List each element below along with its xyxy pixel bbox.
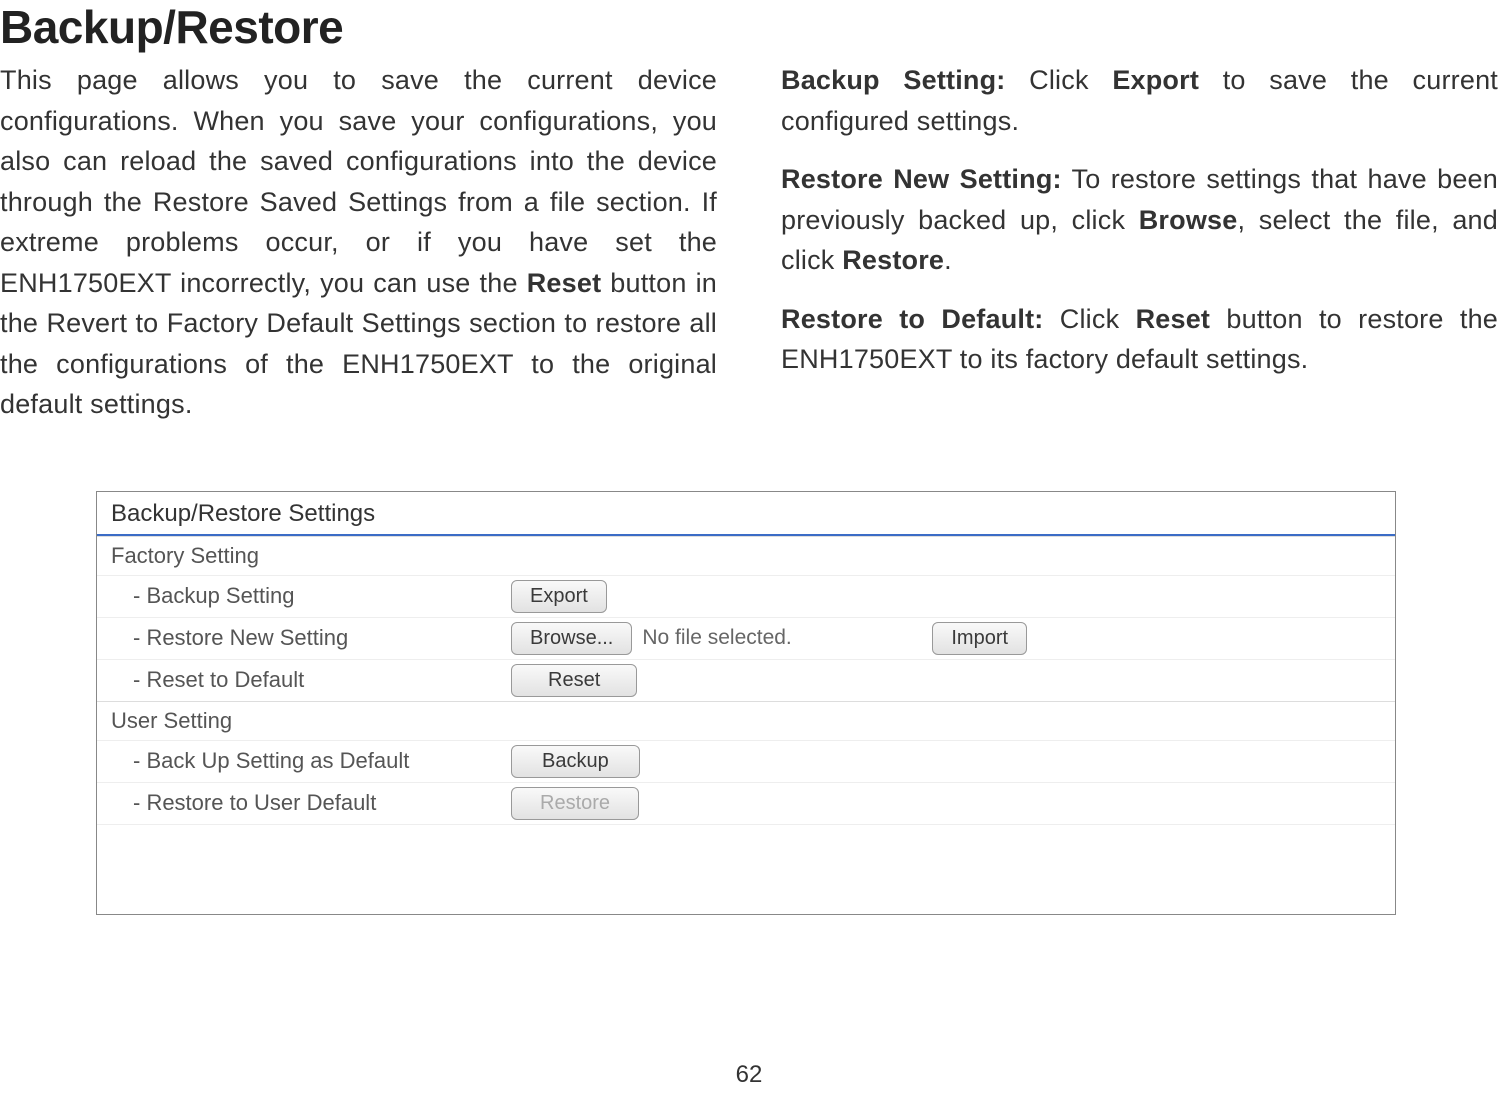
reset-word-2: Reset [1136,304,1211,334]
right-column: Backup Setting: Click Export to save the… [781,60,1498,443]
export-button[interactable]: Export [511,580,607,613]
left-para-pre: This page allows you to save the current… [0,65,717,298]
restore-default-para: Restore to Default: Click Reset button t… [781,299,1498,380]
row-restore-new: - Restore New Setting Browse... No file … [97,617,1395,659]
import-button[interactable]: Import [932,622,1027,655]
file-selected-text: No file selected. [642,626,922,650]
page-number: 62 [0,1061,1498,1089]
restore-new-label: Restore New Setting: [781,164,1062,194]
backup-button[interactable]: Backup [511,745,640,778]
restore-new-para: Restore New Setting: To restore settings… [781,159,1498,281]
p1-mid1: Click [1005,65,1112,95]
row-reset-default: - Reset to Default Reset [97,659,1395,701]
restore-default-label: Restore to Default: [781,304,1044,334]
backup-setting-para: Backup Setting: Click Export to save the… [781,60,1498,141]
row-backup-default-label: - Back Up Setting as Default [111,748,511,774]
row-restore-user-label: - Restore to User Default [111,790,511,816]
left-paragraph: This page allows you to save the current… [0,60,717,425]
panel-bottom-space [97,824,1395,914]
row-backup-setting: - Backup Setting Export [97,575,1395,617]
settings-panel: Backup/Restore Settings Factory Setting … [96,491,1396,915]
panel-title: Backup/Restore Settings [97,492,1395,536]
restore-user-button[interactable]: Restore [511,787,639,820]
user-section-label: User Setting [97,701,1395,740]
row-restore-label: - Restore New Setting [111,625,511,651]
p3-mid1: Click [1044,304,1136,334]
export-word: Export [1112,65,1199,95]
browse-button[interactable]: Browse... [511,622,632,655]
backup-setting-label: Backup Setting: [781,65,1005,95]
left-column: This page allows you to save the current… [0,60,717,443]
row-backup-label: - Backup Setting [111,583,511,609]
browse-word: Browse [1139,205,1238,235]
text-columns: This page allows you to save the current… [0,60,1498,443]
page-title: Backup/Restore [0,0,1498,54]
row-backup-default: - Back Up Setting as Default Backup [97,740,1395,782]
p2-tail: . [944,245,952,275]
restore-word: Restore [842,245,944,275]
row-restore-user: - Restore to User Default Restore [97,782,1395,824]
reset-word: Reset [527,268,602,298]
reset-button[interactable]: Reset [511,664,637,697]
row-reset-label: - Reset to Default [111,667,511,693]
factory-section-label: Factory Setting [97,536,1395,575]
